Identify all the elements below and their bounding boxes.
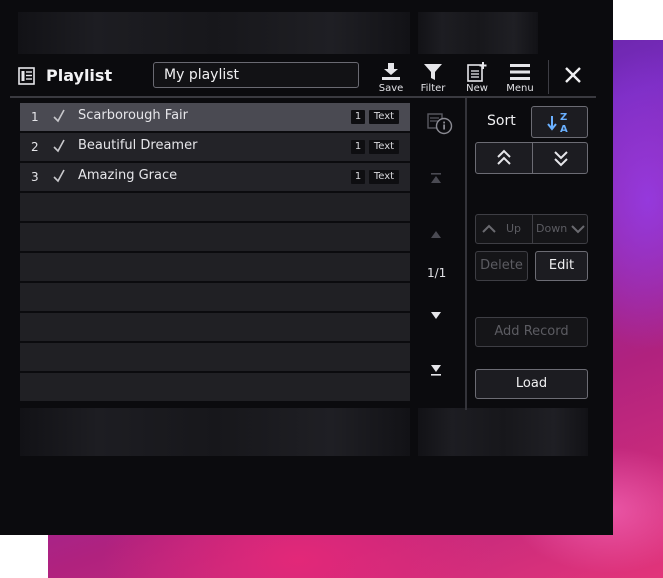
header-shade bbox=[418, 12, 538, 54]
close-icon[interactable] bbox=[561, 63, 585, 87]
chevron-up-icon bbox=[482, 224, 496, 233]
empty-row[interactable] bbox=[20, 343, 410, 371]
up-label: Up bbox=[506, 222, 522, 235]
header-divider bbox=[10, 96, 596, 98]
info-icon[interactable] bbox=[427, 112, 455, 136]
song-number: 2 bbox=[31, 140, 39, 154]
empty-row[interactable] bbox=[20, 223, 410, 251]
chevron-down-icon bbox=[571, 225, 585, 234]
new-label: New bbox=[466, 83, 488, 94]
delete-button[interactable]: Delete bbox=[475, 251, 528, 281]
jump-top-button[interactable] bbox=[476, 143, 532, 173]
save-label: Save bbox=[378, 83, 404, 94]
playlist-name-field[interactable] bbox=[153, 62, 359, 88]
menu-button[interactable]: Menu bbox=[500, 62, 540, 94]
new-button[interactable]: New bbox=[457, 62, 497, 94]
list-item[interactable]: 3 Amazing Grace 1 Text bbox=[20, 163, 410, 191]
new-icon bbox=[467, 62, 487, 82]
sort-label: Sort bbox=[487, 113, 516, 129]
song-type: Text bbox=[369, 110, 399, 124]
page-down-icon[interactable] bbox=[428, 309, 444, 323]
svg-text:Z: Z bbox=[560, 112, 567, 123]
song-number: 1 bbox=[31, 110, 39, 124]
song-number: 3 bbox=[31, 170, 39, 184]
scroll-top-icon[interactable] bbox=[428, 172, 444, 186]
song-type: Text bbox=[369, 140, 399, 154]
filter-icon bbox=[424, 64, 442, 80]
filter-label: Filter bbox=[420, 83, 446, 94]
double-chevron-up-icon bbox=[497, 149, 511, 165]
double-chevron-down-icon bbox=[554, 151, 568, 167]
song-title: Beautiful Dreamer bbox=[78, 138, 198, 153]
scroll-bottom-icon[interactable] bbox=[428, 363, 444, 377]
list-item[interactable]: 1 Scarborough Fair 1 Text bbox=[20, 103, 410, 131]
column-divider bbox=[465, 98, 467, 410]
edit-button[interactable]: Edit bbox=[535, 251, 588, 281]
song-count: 1 bbox=[351, 140, 365, 154]
menu-label: Menu bbox=[506, 83, 534, 94]
page-indicator: 1/1 bbox=[427, 266, 447, 280]
list-item[interactable]: 2 Beautiful Dreamer 1 Text bbox=[20, 133, 410, 161]
filter-button[interactable]: Filter bbox=[413, 62, 453, 94]
sort-button[interactable]: Z A bbox=[531, 106, 588, 138]
move-down-button[interactable]: Down bbox=[533, 215, 588, 243]
down-label: Down bbox=[536, 222, 568, 235]
song-list: 1 Scarborough Fair 1 Text 2 Beautiful Dr… bbox=[20, 103, 410, 403]
move-up-button[interactable]: Up bbox=[476, 215, 532, 243]
song-title: Amazing Grace bbox=[78, 168, 178, 183]
sort-za-icon: Z A bbox=[547, 112, 568, 135]
menu-icon bbox=[510, 64, 530, 80]
add-record-button[interactable]: Add Record bbox=[475, 317, 588, 347]
jump-buttons bbox=[475, 142, 588, 174]
checkmark-icon[interactable] bbox=[52, 167, 66, 185]
playlist-window: Playlist Save Filter New Menu bbox=[0, 0, 613, 535]
checkmark-icon[interactable] bbox=[52, 137, 66, 155]
toolbar-divider bbox=[548, 60, 549, 94]
empty-row[interactable] bbox=[20, 193, 410, 221]
jump-bottom-button[interactable] bbox=[533, 143, 589, 173]
footer-shade bbox=[418, 408, 588, 456]
empty-row[interactable] bbox=[20, 253, 410, 281]
song-title: Scarborough Fair bbox=[78, 108, 188, 123]
playlist-icon bbox=[18, 67, 35, 85]
svg-text:A: A bbox=[560, 124, 568, 135]
save-button[interactable]: Save bbox=[371, 62, 411, 94]
song-type: Text bbox=[369, 170, 399, 184]
header-shade bbox=[18, 12, 410, 54]
page-up-icon[interactable] bbox=[428, 228, 444, 242]
move-buttons: Up Down bbox=[475, 214, 588, 244]
save-icon bbox=[382, 63, 400, 80]
load-button[interactable]: Load bbox=[475, 369, 588, 399]
checkmark-icon[interactable] bbox=[52, 107, 66, 125]
empty-row[interactable] bbox=[20, 283, 410, 311]
empty-row[interactable] bbox=[20, 313, 410, 341]
empty-row[interactable] bbox=[20, 373, 410, 401]
footer-shade bbox=[20, 408, 410, 456]
song-count: 1 bbox=[351, 170, 365, 184]
song-count: 1 bbox=[351, 110, 365, 124]
page-title: Playlist bbox=[46, 66, 113, 85]
